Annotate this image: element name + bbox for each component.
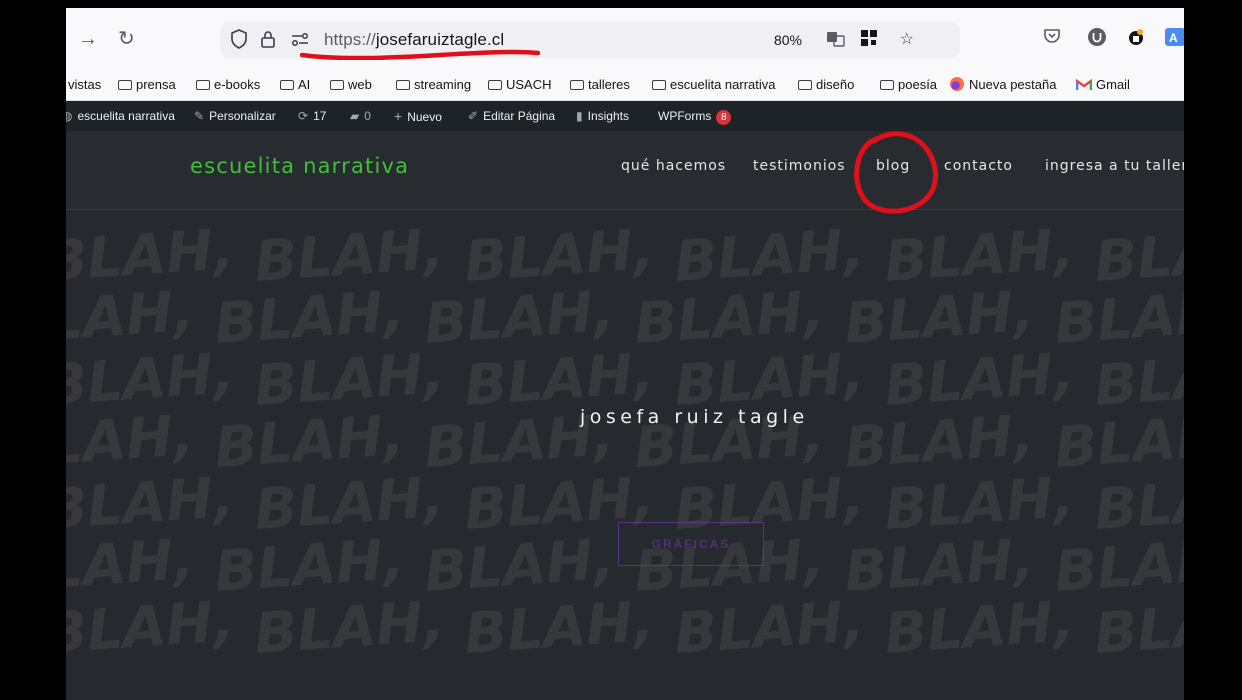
red-circle-annotation [854,131,939,214]
adminbar-customize-label: Personalizar [209,109,276,123]
svg-text:A: A [1169,31,1178,45]
folder-icon [396,80,410,90]
lock-icon[interactable] [260,29,276,55]
folder-icon [488,80,502,90]
bookmark-label: diseño [816,77,855,92]
account-avatar-icon[interactable] [1086,26,1108,55]
bookmark-label: Gmail [1096,77,1130,92]
blah-text: BLAH, [1052,403,1184,481]
blah-text: BLAH, [1052,279,1184,357]
adminbar-wpforms[interactable]: WPForms 8 [658,109,732,125]
menu-item-contacto[interactable]: contacto [944,157,1013,175]
updates-icon: ⟳ [298,109,309,123]
menu-item-testimonios[interactable]: testimonios [753,157,846,175]
adminbar-new-label: Nuevo [407,110,442,124]
bookmark-ai[interactable]: AI [280,77,310,93]
adminbar-edit[interactable]: ✐ Editar Página [468,109,555,123]
folder-icon [280,80,294,90]
bookmark-label: poesía [898,77,938,92]
bookmark-label: talleres [588,77,630,92]
bookmark-star-icon[interactable]: ☆ [900,29,914,51]
bookmarks-bar: vistas prensa e-books AI web streaming U… [66,70,1184,101]
site-header: escuelita narrativa qué hacemos testimon… [66,131,1184,214]
bookmark-talleres[interactable]: talleres [570,77,630,93]
site-title[interactable]: escuelita narrativa [190,153,409,179]
translate-icon[interactable] [826,29,846,56]
bookmark-prensa[interactable]: prensa [118,77,176,93]
brush-icon: ✎ [194,109,205,123]
bookmark-gmail[interactable]: Gmail [1075,77,1130,95]
red-underline-annotation [300,49,540,60]
bookmark-streaming[interactable]: streaming [396,77,471,93]
tracking-shield-icon[interactable] [230,29,248,55]
folder-icon [652,80,666,90]
bookmark-label: USACH [506,77,552,92]
adminbar-updates-count: 17 [313,109,327,123]
browser-window: → ↻ https://josefaruiztagle.cl 80% ☆ A v… [66,8,1184,700]
zoom-level[interactable]: 80% [774,30,802,50]
folder-icon [880,80,894,90]
bookmark-diseno[interactable]: diseño [798,77,854,93]
translator-extension-icon[interactable]: A [1164,26,1184,55]
adminbar-insights[interactable]: ▮ Insights [576,109,629,123]
pocket-icon[interactable] [1042,26,1062,53]
blah-text: BLAH, [672,589,866,667]
wp-admin-bar: ◍ escuelita narrativa ✎ Personalizar ⟳ 17 ▰… [66,101,1184,131]
bookmark-nueva-pestana[interactable]: Nueva pestaña [950,77,1056,93]
adminbar-site-label: escuelita narrativa [77,109,175,123]
bar-chart-icon: ▮ [576,109,583,123]
blah-text: BLAH, [882,589,1076,667]
menu-item-ingresa-a-tu-taller[interactable]: ingresa a tu taller [1045,157,1184,175]
bookmark-label: Nueva pestaña [969,77,1057,92]
bookmark-label: web [348,77,372,92]
folder-icon [570,80,584,90]
blah-text: BLAH, [1052,527,1184,605]
bookmark-label: vistas [68,77,102,92]
blah-text: BLAH, [462,589,656,667]
gmail-icon [1075,78,1093,95]
bookmark-usach[interactable]: USACH [488,77,552,93]
adminbar-comments-count: 0 [364,109,371,123]
plus-icon: + [394,108,403,124]
blah-text: BLAH, [1092,589,1184,667]
bookmark-poesia[interactable]: poesía [880,77,937,93]
adminbar-comments[interactable]: ▰ 0 [350,109,371,123]
adminbar-wpforms-label: WPForms [658,109,712,123]
folder-icon [798,80,812,90]
firefox-icon [950,77,964,91]
bookmark-vistas[interactable]: vistas [68,77,101,93]
bookmark-label: e-books [214,77,261,92]
menu-item-que-hacemos[interactable]: qué hacemos [621,157,726,175]
folder-icon [196,80,210,90]
adminbar-updates[interactable]: ⟳ 17 [298,109,326,123]
site-hero: BLAH, BLAH, BLAH, BLAH, BLAH, BLAH, BLAH, BLAH,… [66,131,1184,700]
blah-text: BLAH, [252,589,446,667]
comment-icon: ▰ [350,109,360,123]
adminbar-customize[interactable]: ✎ Personalizar [194,109,276,123]
adminbar-edit-label: Editar Página [483,109,556,123]
pencil-icon: ✐ [468,109,479,123]
blah-text: BLAH, [66,589,236,667]
wpforms-count-badge: 8 [716,110,732,125]
bookmark-label: streaming [414,77,472,92]
adminbar-insights-label: Insights [587,109,629,123]
bookmark-e-books[interactable]: e-books [196,77,260,93]
bookmark-escuelita-narrativa[interactable]: escuelita narrativa [652,77,776,93]
browser-toolbar: → ↻ https://josefaruiztagle.cl 80% ☆ A [66,8,1184,70]
reload-icon[interactable]: ↻ [118,28,135,50]
adminbar-new[interactable]: + Nuevo [394,109,442,124]
bookmark-web[interactable]: web [330,77,372,93]
forward-arrow-icon[interactable]: → [78,28,98,50]
bookmark-label: AI [298,77,311,92]
extension-icon[interactable] [1124,26,1148,57]
bookmark-label: prensa [136,77,176,92]
hero-title: josefa ruiz tagle [580,406,809,428]
qr-code-icon[interactable] [860,29,878,54]
hero-cta-button[interactable]: GRÁFICAS [618,522,764,566]
bookmark-label: escuelita narrativa [670,77,776,92]
folder-icon [330,80,344,90]
folder-icon [118,80,132,90]
adminbar-site[interactable]: ◍ escuelita narrativa [66,109,175,123]
dashboard-icon: ◍ [66,109,73,123]
